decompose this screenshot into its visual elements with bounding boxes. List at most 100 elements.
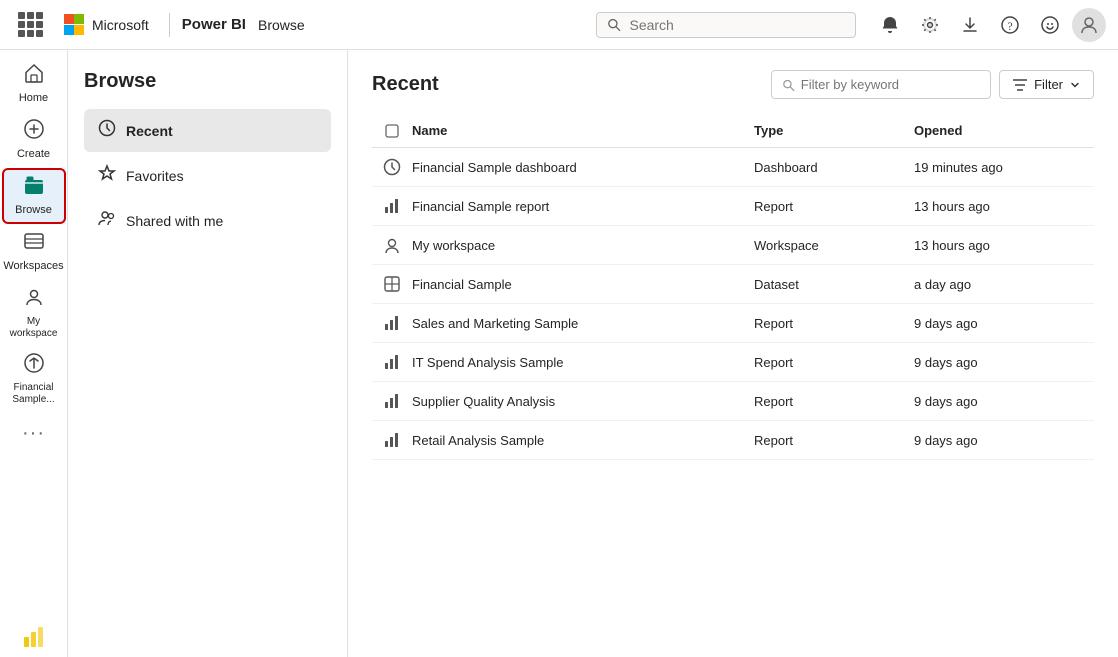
browse-shared-label: Shared with me [126, 213, 223, 229]
row-opened-6: 9 days ago [914, 394, 1094, 409]
row-type-7: Report [754, 433, 914, 448]
filter-input-wrapper[interactable] [771, 70, 991, 99]
filter-lines-icon [1012, 78, 1028, 92]
my-workspace-icon [23, 286, 45, 314]
row-name-3: Financial Sample [412, 277, 754, 292]
row-opened-0: 19 minutes ago [914, 160, 1094, 175]
sidebar-item-financial-label: FinancialSample... [12, 382, 54, 406]
notifications-button[interactable] [872, 7, 908, 43]
filter-search-icon [782, 78, 795, 92]
row-icon-6 [372, 392, 412, 410]
browse-favorites-label: Favorites [126, 168, 184, 184]
browse-panel: Browse Recent Favorites Shared with me [68, 50, 348, 657]
filter-keyword-input[interactable] [801, 77, 980, 92]
waffle-menu[interactable] [12, 7, 48, 43]
topnav-icon-group: ? [872, 7, 1106, 43]
table-row[interactable]: IT Spend Analysis Sample Report 9 days a… [372, 343, 1094, 382]
browse-recent-label: Recent [126, 123, 173, 139]
app-name: Power BI [182, 16, 246, 33]
financial-sample-icon [23, 352, 45, 380]
browse-shared-with-me[interactable]: Shared with me [84, 199, 331, 242]
table-row[interactable]: Financial Sample dashboard Dashboard 19 … [372, 148, 1094, 187]
row-type-2: Workspace [754, 238, 914, 253]
row-opened-5: 9 days ago [914, 355, 1094, 370]
home-icon [23, 62, 45, 90]
favorites-icon [98, 164, 116, 187]
col-opened-header: Opened [914, 123, 1094, 139]
main-title: Recent [372, 73, 439, 96]
powerbi-icon [20, 621, 48, 649]
browse-favorites[interactable]: Favorites [84, 154, 331, 197]
recent-icon [98, 119, 116, 142]
sidebar-item-my-workspace[interactable]: Myworkspace [4, 282, 64, 344]
sidebar-item-create[interactable]: Create [4, 114, 64, 166]
topnav: Microsoft Power BI Browse ? [0, 0, 1118, 50]
row-icon-5 [372, 353, 412, 371]
table-row[interactable]: Financial Sample report Report 13 hours … [372, 187, 1094, 226]
row-type-3: Dataset [754, 277, 914, 292]
row-icon-0 [372, 158, 412, 176]
browse-panel-title: Browse [84, 70, 331, 93]
main-header: Recent Filter [372, 70, 1094, 99]
col-type-header: Type [754, 123, 914, 139]
row-type-4: Report [754, 316, 914, 331]
row-type-1: Report [754, 199, 914, 214]
main-actions: Filter [771, 70, 1094, 99]
table-row[interactable]: Sales and Marketing Sample Report 9 days… [372, 304, 1094, 343]
sidebar-item-home[interactable]: Home [4, 58, 64, 110]
row-icon-4 [372, 314, 412, 332]
row-type-5: Report [754, 355, 914, 370]
sidebar-item-create-label: Create [17, 148, 50, 161]
row-opened-7: 9 days ago [914, 433, 1094, 448]
row-name-0: Financial Sample dashboard [412, 160, 754, 175]
browse-recent[interactable]: Recent [84, 109, 331, 152]
sidebar-item-my-workspace-label: Myworkspace [10, 316, 58, 340]
table-row[interactable]: Supplier Quality Analysis Report 9 days … [372, 382, 1094, 421]
ms-logo-icon [64, 14, 86, 36]
col-name-header: Name [412, 123, 754, 139]
sidebar-item-browse[interactable]: Browse [4, 170, 64, 222]
layout: Home Create Browse Workspaces Myworkspac… [0, 50, 1118, 657]
sidebar: Home Create Browse Workspaces Myworkspac… [0, 50, 68, 657]
download-button[interactable] [952, 7, 988, 43]
row-name-2: My workspace [412, 238, 754, 253]
row-name-7: Retail Analysis Sample [412, 433, 754, 448]
user-avatar[interactable] [1072, 8, 1106, 42]
microsoft-logo[interactable]: Microsoft [56, 14, 157, 36]
settings-button[interactable] [912, 7, 948, 43]
filter-button[interactable]: Filter [999, 70, 1094, 99]
main-content: Recent Filter Name Type [348, 50, 1118, 657]
row-name-4: Sales and Marketing Sample [412, 316, 754, 331]
feedback-button[interactable] [1032, 7, 1068, 43]
row-name-6: Supplier Quality Analysis [412, 394, 754, 409]
shared-icon [98, 209, 116, 232]
create-icon [23, 118, 45, 146]
table-row[interactable]: My workspace Workspace 13 hours ago [372, 226, 1094, 265]
row-opened-4: 9 days ago [914, 316, 1094, 331]
row-opened-1: 13 hours ago [914, 199, 1094, 214]
search-input[interactable] [629, 17, 845, 33]
waffle-icon [18, 12, 43, 37]
row-name-5: IT Spend Analysis Sample [412, 355, 754, 370]
sidebar-item-workspaces[interactable]: Workspaces [4, 226, 64, 278]
nav-divider [169, 13, 170, 37]
sidebar-item-workspaces-label: Workspaces [3, 260, 63, 273]
table-row[interactable]: Financial Sample Dataset a day ago [372, 265, 1094, 304]
row-icon-3 [372, 275, 412, 293]
sidebar-item-financial-sample[interactable]: FinancialSample... [4, 348, 64, 410]
sidebar-more-button[interactable]: ··· [14, 414, 53, 453]
row-opened-2: 13 hours ago [914, 238, 1094, 253]
row-icon-2 [372, 236, 412, 254]
search-bar[interactable] [596, 12, 856, 38]
table: Name Type Opened Financial Sample dashbo… [372, 115, 1094, 460]
microsoft-label: Microsoft [92, 17, 149, 33]
powerbi-logo[interactable] [20, 621, 48, 649]
svg-text:?: ? [1007, 19, 1012, 33]
table-row[interactable]: Retail Analysis Sample Report 9 days ago [372, 421, 1094, 460]
filter-button-label: Filter [1034, 77, 1063, 92]
col-icon [372, 123, 412, 139]
row-icon-1 [372, 197, 412, 215]
row-type-6: Report [754, 394, 914, 409]
chevron-down-icon [1069, 79, 1081, 91]
help-button[interactable]: ? [992, 7, 1028, 43]
